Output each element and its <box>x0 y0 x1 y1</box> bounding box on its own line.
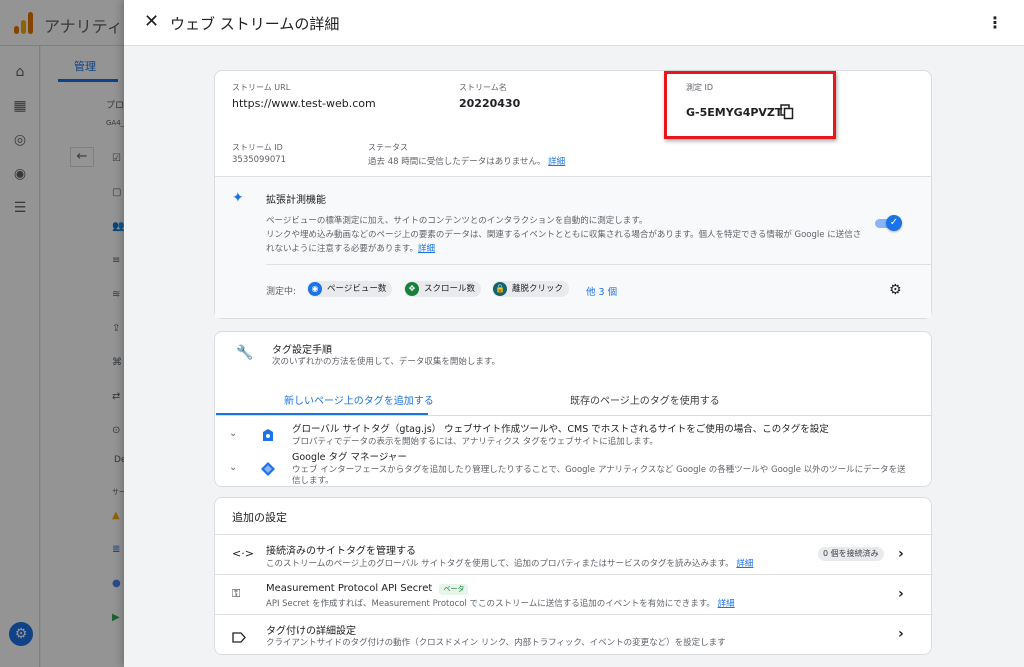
more-vert-icon[interactable]: ⋮ <box>987 14 1003 32</box>
dialog-header: ✕ ウェブ ストリームの詳細 ⋮ <box>124 0 1024 46</box>
connected-tags-desc-text: このストリームのページ上のグローバル サイトタグを使用して、追加のプロパティまた… <box>266 559 734 569</box>
gtm-option-title[interactable]: Google タグ マネージャー <box>292 449 407 463</box>
stream-details-dialog: ✕ ウェブ ストリームの詳細 ⋮ ストリーム URL https://www.t… <box>124 0 1024 667</box>
chevron-right-icon[interactable]: › <box>898 626 904 642</box>
divider <box>266 264 931 265</box>
stream-name-label: ストリーム名 <box>459 83 507 92</box>
mp-secret-link[interactable]: 詳細 <box>718 599 735 609</box>
status-text: 過去 48 時間に受信したデータはありません。 <box>368 157 546 167</box>
eye-icon: ◉ <box>308 282 322 296</box>
connected-count-badge: 0 個を接続済み <box>818 547 884 561</box>
tag-icon <box>262 427 274 441</box>
additional-title: 追加の設定 <box>232 511 287 524</box>
chevron-down-icon[interactable]: ⌄ <box>229 428 237 439</box>
enhanced-title: 拡張計測機能 <box>266 195 326 206</box>
stream-url-value: https://www.test-web.com <box>232 97 376 110</box>
tab-separator <box>216 415 932 416</box>
enhanced-desc-3-text: れないように注意する必要があります。 <box>266 244 418 254</box>
more-chips-link[interactable]: 他 3 個 <box>586 284 617 298</box>
chip-outbound[interactable]: 🔒 離脱クリック <box>492 281 570 297</box>
gtag-option-desc: プロパティでデータの表示を開始するには、アナリティクス タグをウェブサイトに追加… <box>292 437 658 447</box>
gtm-option-desc-1: ウェブ インターフェースからタグを追加したり管理したりすることで、Google … <box>292 465 906 475</box>
wrench-icon: 🔧 <box>236 345 254 361</box>
chevron-right-icon[interactable]: › <box>898 586 904 602</box>
settings-gear-icon[interactable]: ⚙ <box>889 282 902 298</box>
enhanced-desc-3: れないように注意する必要があります。詳細 <box>266 242 435 254</box>
enhanced-desc-2: リンクや埋め込み動画などのページ上の要素のデータは、関連するイベントとともに収集… <box>266 230 862 240</box>
mp-secret-title: Measurement Protocol API Secret ベータ <box>266 583 469 595</box>
enhanced-detail-link[interactable]: 詳細 <box>418 244 435 254</box>
chip-label: ページビュー数 <box>327 284 387 294</box>
chip-pageview[interactable]: ◉ ページビュー数 <box>307 281 393 297</box>
measuring-label: 測定中: <box>266 287 297 297</box>
tab-existing-page[interactable]: 既存のページ上のタグを使用する <box>570 392 720 407</box>
measurement-id-highlight <box>664 71 836 139</box>
status-label: ステータス <box>368 143 408 152</box>
label-icon <box>232 628 246 643</box>
key-icon: ⚿ <box>232 587 241 600</box>
mp-secret-desc: API Secret を作成すれば、Measurement Protocol で… <box>266 597 735 609</box>
gtm-diamond-icon <box>261 461 275 476</box>
mp-secret-title-text: Measurement Protocol API Secret <box>266 583 433 594</box>
code-icon: <·> <box>232 547 254 560</box>
chip-scroll[interactable]: ✥ スクロール数 <box>404 281 482 297</box>
status-detail-link[interactable]: 詳細 <box>548 157 565 167</box>
chevron-down-icon[interactable]: ⌄ <box>229 462 237 473</box>
tagging-subtitle: 次のいずれかの方法を使用して、データ収集を開始します。 <box>272 357 500 367</box>
stream-id-value: 3535099071 <box>232 155 287 165</box>
gtag-option-title[interactable]: グローバル サイトタグ（gtag.js） ウェブサイト作成ツールや、CMS でホ… <box>292 421 829 435</box>
status-value: 過去 48 時間に受信したデータはありません。 詳細 <box>368 155 565 167</box>
lock-icon: 🔒 <box>493 282 507 296</box>
dialog-title: ウェブ ストリームの詳細 <box>170 15 340 33</box>
connected-tags-link[interactable]: 詳細 <box>736 559 753 569</box>
enhanced-toggle[interactable]: ✓ <box>886 215 902 231</box>
scroll-icon: ✥ <box>405 282 419 296</box>
beta-badge: ベータ <box>439 584 469 595</box>
stream-url-label: ストリーム URL <box>232 83 291 92</box>
close-icon[interactable]: ✕ <box>144 13 162 31</box>
tab-indicator <box>216 413 428 415</box>
tagging-settings-desc: クライアントサイドのタグ付けの動作（クロスドメイン リンク、内部トラフィック、イ… <box>266 638 726 648</box>
stream-name-value: 20220430 <box>459 97 521 110</box>
connected-tags-title: 接続済みのサイトタグを管理する <box>266 546 416 557</box>
chip-label: スクロール数 <box>424 284 476 294</box>
tab-new-page[interactable]: 新しいページ上のタグを追加する <box>284 392 434 407</box>
gtm-option-desc-2: 信します。 <box>292 476 334 486</box>
mp-secret-desc-text: API Secret を作成すれば、Measurement Protocol で… <box>266 599 715 609</box>
chip-label: 離脱クリック <box>512 284 564 294</box>
tagging-title: タグ設定手順 <box>272 345 332 356</box>
enhanced-desc-1: ページビューの標準測定に加え、サイトのコンテンツとのインタラクションを自動的に測… <box>266 216 648 226</box>
stream-id-label: ストリーム ID <box>232 143 283 152</box>
chevron-right-icon[interactable]: › <box>898 546 904 562</box>
sparkle-icon: ✦ <box>232 190 244 206</box>
connected-tags-desc: このストリームのページ上のグローバル サイトタグを使用して、追加のプロパティまた… <box>266 557 753 569</box>
tagging-settings-title: タグ付けの詳細設定 <box>266 626 356 637</box>
